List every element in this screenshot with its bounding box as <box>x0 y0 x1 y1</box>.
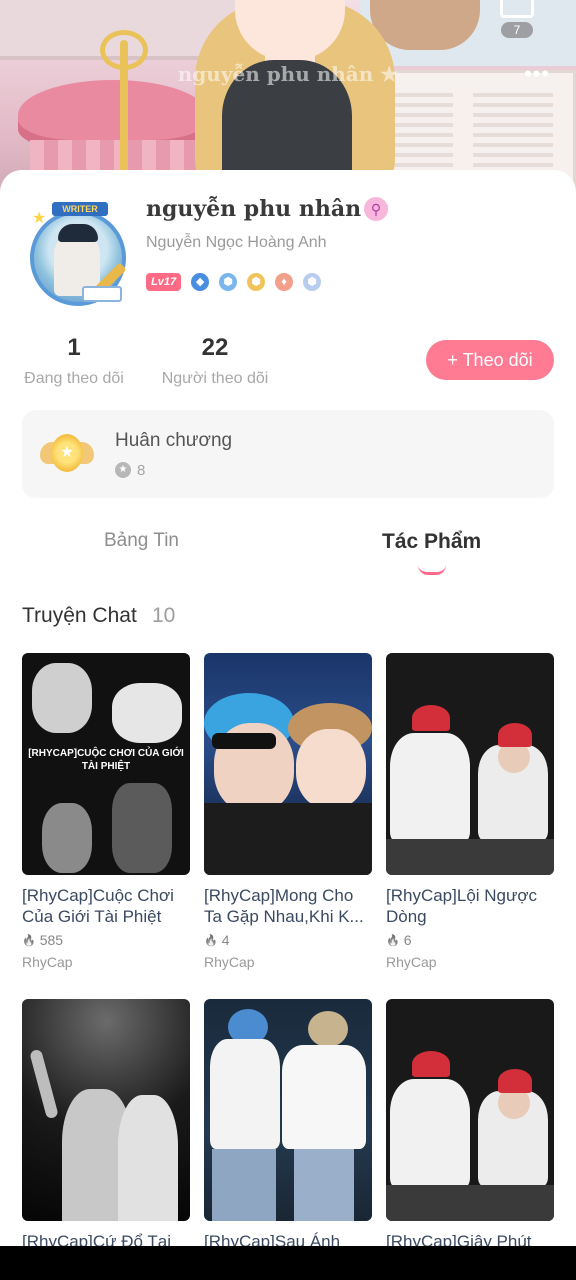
story-title: [RhyCap]Cuộc Chơi Của Giới Tài Phiệt <box>22 886 174 926</box>
story-cover <box>386 999 554 1221</box>
story-card[interactable]: [RhyCap]Cứ Đổ Tại <box>22 999 190 1273</box>
avatar[interactable]: WRITER ★ <box>24 202 136 306</box>
verified-icon[interactable]: ⚲ <box>364 197 388 221</box>
tab-feed[interactable]: Bảng Tin <box>104 530 179 552</box>
story-reads: 🔥 6 <box>386 931 554 949</box>
story-author: RhyCap <box>386 954 437 970</box>
system-navigation-bar <box>0 1246 576 1280</box>
shield-badge-icon[interactable]: ⬢ <box>219 273 238 291</box>
story-card[interactable]: [RhyCap]Sau Ánh <box>204 999 372 1273</box>
more-options-icon[interactable]: ••• <box>520 63 554 85</box>
flame-icon: 🔥 <box>386 934 400 947</box>
banner-name-watermark: nguyễn phu nhân ★ <box>177 62 399 86</box>
wing-badge-icon[interactable]: ♦ <box>275 273 294 291</box>
follow-button[interactable]: + Theo dõi <box>426 340 554 380</box>
following-stat[interactable]: 1 Đang theo dõi <box>22 332 126 388</box>
avatar-hat <box>58 224 98 242</box>
story-cover <box>22 999 190 1221</box>
followers-count: 22 <box>201 334 229 361</box>
section-count: 10 <box>152 604 176 627</box>
writer-badge: WRITER <box>52 202 108 216</box>
medal-icon: ★ <box>40 432 94 476</box>
story-card[interactable]: [RhyCap]Giây Phút <box>386 999 554 1273</box>
gold-shield-badge-icon[interactable]: ⬢ <box>247 273 266 291</box>
medals-card[interactable]: ★ Huân chương ★ 8 <box>22 410 554 498</box>
story-reads-count: 585 <box>39 932 64 948</box>
story-card[interactable]: [RhyCap]Mong Cho Ta Gặp Nhau,Khi K... 🔥 … <box>204 653 372 970</box>
story-author: RhyCap <box>22 954 73 970</box>
following-label: Đang theo dõi <box>24 370 124 387</box>
story-cover <box>386 653 554 875</box>
star-icon: ★ <box>32 210 47 227</box>
story-reads: 🔥 4 <box>204 931 372 949</box>
flame-icon: 🔥 <box>22 934 36 947</box>
story-cover: [RHYCAP]CUỘC CHƠI CỦA GIỚI TÀI PHIỆT <box>22 653 190 875</box>
tab-works[interactable]: Tác Phẩm <box>382 530 481 554</box>
medals-title: Huân chương <box>115 430 233 451</box>
collection-count-badge: 7 <box>501 22 533 38</box>
drop-badge-icon[interactable]: ◆ <box>191 273 210 291</box>
hex-badge-icon[interactable]: ⬢ <box>303 273 322 291</box>
collection-icon[interactable] <box>500 0 534 18</box>
story-reads: 🔥 585 <box>22 931 190 949</box>
section-title: Truyện Chat <box>22 604 137 627</box>
story-card[interactable]: [RHYCAP]CUỘC CHƠI CỦA GIỚI TÀI PHIỆT [Rh… <box>22 653 190 970</box>
display-name: nguyễn phu nhân ★ <box>146 196 389 222</box>
followers-stat[interactable]: 22 Người theo dõi <box>160 332 270 388</box>
flame-icon: 🔥 <box>204 934 218 947</box>
story-cover <box>204 999 372 1221</box>
profile-card: WRITER ★ nguyễn phu nhân ★ ⚲ Nguyễn Ngọc… <box>0 170 576 1280</box>
story-title: [RhyCap]Mong Cho Ta Gặp Nhau,Khi K... <box>204 886 364 926</box>
following-count: 1 <box>67 334 81 361</box>
followers-label: Người theo dõi <box>161 370 269 387</box>
story-author: RhyCap <box>204 954 255 970</box>
story-reads-count: 6 <box>403 932 412 948</box>
book-icon <box>82 286 122 302</box>
medal-count-icon: ★ <box>115 462 131 478</box>
story-title: [RhyCap]Lội Ngược Dòng <box>386 886 538 926</box>
story-card[interactable]: [RhyCap]Lội Ngược Dòng 🔥 6 RhyCap <box>386 653 554 970</box>
story-cover <box>204 653 372 875</box>
story-cover-text: [RHYCAP]CUỘC CHƠI CỦA GIỚI TÀI PHIỆT <box>28 748 184 772</box>
medal-star-icon: ★ <box>51 434 83 472</box>
badge-row: Lv17 ◆ ⬢ ⬢ ♦ ⬢ <box>146 272 322 292</box>
level-badge[interactable]: Lv17 <box>146 273 182 291</box>
profile-tabs: Bảng Tin Tác Phẩm <box>0 530 576 580</box>
story-reads-count: 4 <box>221 932 230 948</box>
real-name: Nguyễn Ngọc Hoàng Anh <box>146 234 327 251</box>
medals-count: 8 <box>137 462 146 479</box>
